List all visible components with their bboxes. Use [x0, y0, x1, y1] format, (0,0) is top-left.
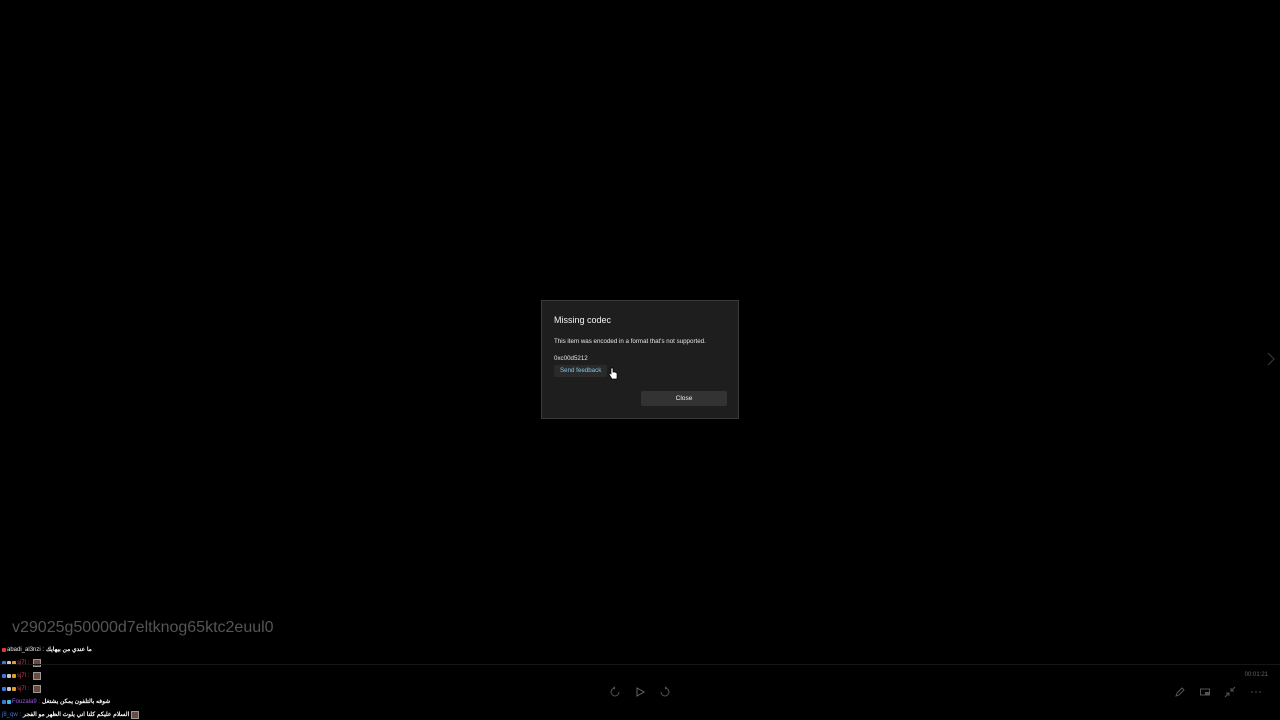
- file-name-watermark: v29025g50000d7eltknog65ktc2euul0: [12, 619, 274, 636]
- mini-view-icon[interactable]: [1199, 686, 1211, 698]
- chat-message: sj7l :: [2, 669, 262, 682]
- more-options-icon[interactable]: [1250, 686, 1262, 698]
- play-icon[interactable]: [634, 686, 646, 698]
- chat-badge-icon: [12, 686, 16, 691]
- chat-badge-icon: [2, 686, 6, 691]
- chat-username: Fouzala9 :: [12, 698, 41, 705]
- chat-text: شوفه بالتلفون يمكن يشتغل: [42, 699, 111, 705]
- dialog-message: This item was encoded in a format that's…: [554, 338, 706, 345]
- chat-username: j8_qw :: [2, 711, 22, 718]
- error-code: 0xc00d5212: [554, 355, 588, 362]
- chat-message: Fouzala9 : شوفه بالتلفون يمكن يشتغل: [2, 695, 262, 708]
- timestamp: 00:01:21: [1244, 672, 1268, 678]
- chat-username: abadi_al3nzi :: [7, 646, 45, 653]
- hand-cursor-icon: [608, 367, 618, 380]
- send-feedback-link[interactable]: Send feedback: [554, 365, 608, 377]
- chevron-right-icon[interactable]: [1266, 352, 1276, 366]
- chat-username: sj7l :: [17, 672, 30, 679]
- fullscreen-exit-icon[interactable]: [1224, 686, 1236, 698]
- chat-badge-icon: [2, 699, 6, 704]
- chat-message: sj7l :: [2, 682, 262, 695]
- chat-message: j8_qw : السلام عليكم كلنا اني يلوث الظهر …: [2, 708, 262, 720]
- video-player-window: Missing codec This item was encoded in a…: [0, 0, 1280, 720]
- chat-text: السلام عليكم كلنا اني يلوث الظهر مو الفج…: [23, 712, 130, 718]
- chat-badge-icon: [7, 699, 11, 704]
- chat-message: abadi_al3nzi : ما عندي من بيهايك: [2, 643, 262, 656]
- chat-badge-icon: [2, 647, 6, 652]
- rewind-10-icon[interactable]: [609, 686, 621, 698]
- dialog-title: Missing codec: [554, 315, 612, 325]
- chat-text: ما عندي من بيهايك: [46, 647, 92, 653]
- close-button[interactable]: Close: [641, 391, 727, 406]
- chat-badge-icon: [2, 673, 6, 678]
- edit-pen-icon[interactable]: [1174, 686, 1186, 698]
- chat-username: sj7l :: [17, 685, 30, 692]
- missing-codec-dialog: Missing codec This item was encoded in a…: [541, 300, 739, 419]
- emote-icon: [33, 671, 42, 680]
- emote-icon: [131, 710, 140, 719]
- chat-badge-icon: [7, 686, 11, 691]
- chat-badge-icon: [12, 673, 16, 678]
- seek-bar[interactable]: [0, 664, 1280, 665]
- emote-icon: [33, 658, 42, 667]
- chat-overlay: abadi_al3nzi : ما عندي من بيهايك sj7l : sj7…: [2, 643, 262, 720]
- forward-30-icon[interactable]: [659, 686, 671, 698]
- chat-message: sj7l :: [2, 656, 262, 669]
- chat-badge-icon: [7, 673, 11, 678]
- emote-icon: [33, 684, 42, 693]
